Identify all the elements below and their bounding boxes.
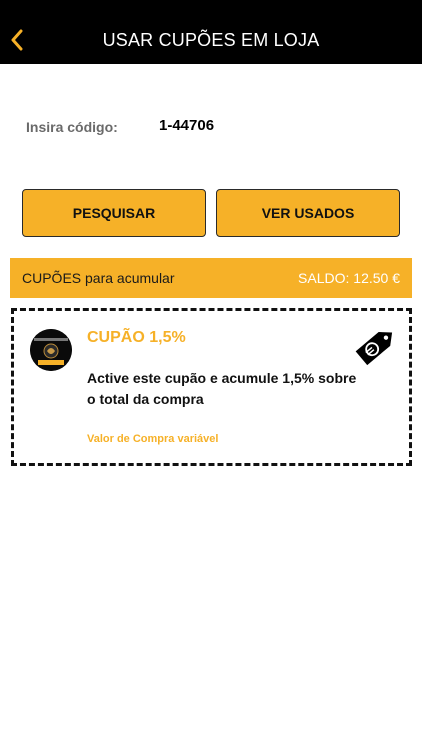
view-used-button[interactable]: VER USADOS bbox=[216, 189, 400, 237]
coupon-card[interactable]: CUPÃO 1,5% Active este cupão e acumule 1… bbox=[11, 308, 412, 466]
section-title: CUPÕES para acumular bbox=[22, 270, 175, 286]
page-title: USAR CUPÕES EM LOJA bbox=[102, 30, 320, 50]
coupons-section-header: CUPÕES para acumular SALDO: 12.50 € bbox=[10, 258, 412, 298]
coupon-description: Active este cupão e acumule 1,5% sobre o… bbox=[87, 370, 357, 407]
store-logo-image bbox=[30, 329, 72, 371]
store-logo bbox=[30, 329, 72, 371]
app-header: USAR CUPÕES EM LOJA bbox=[0, 0, 422, 64]
balance-label: SALDO: 12.50 € bbox=[298, 270, 400, 286]
coupon-name: CUPÃO 1,5% bbox=[87, 329, 186, 346]
code-input[interactable] bbox=[159, 117, 359, 134]
search-button[interactable]: PESQUISAR bbox=[22, 189, 206, 237]
code-label: Insira código: bbox=[26, 119, 118, 135]
euro-tag-icon bbox=[355, 332, 393, 366]
coupon-value-note: Valor de Compra variável bbox=[87, 433, 219, 445]
